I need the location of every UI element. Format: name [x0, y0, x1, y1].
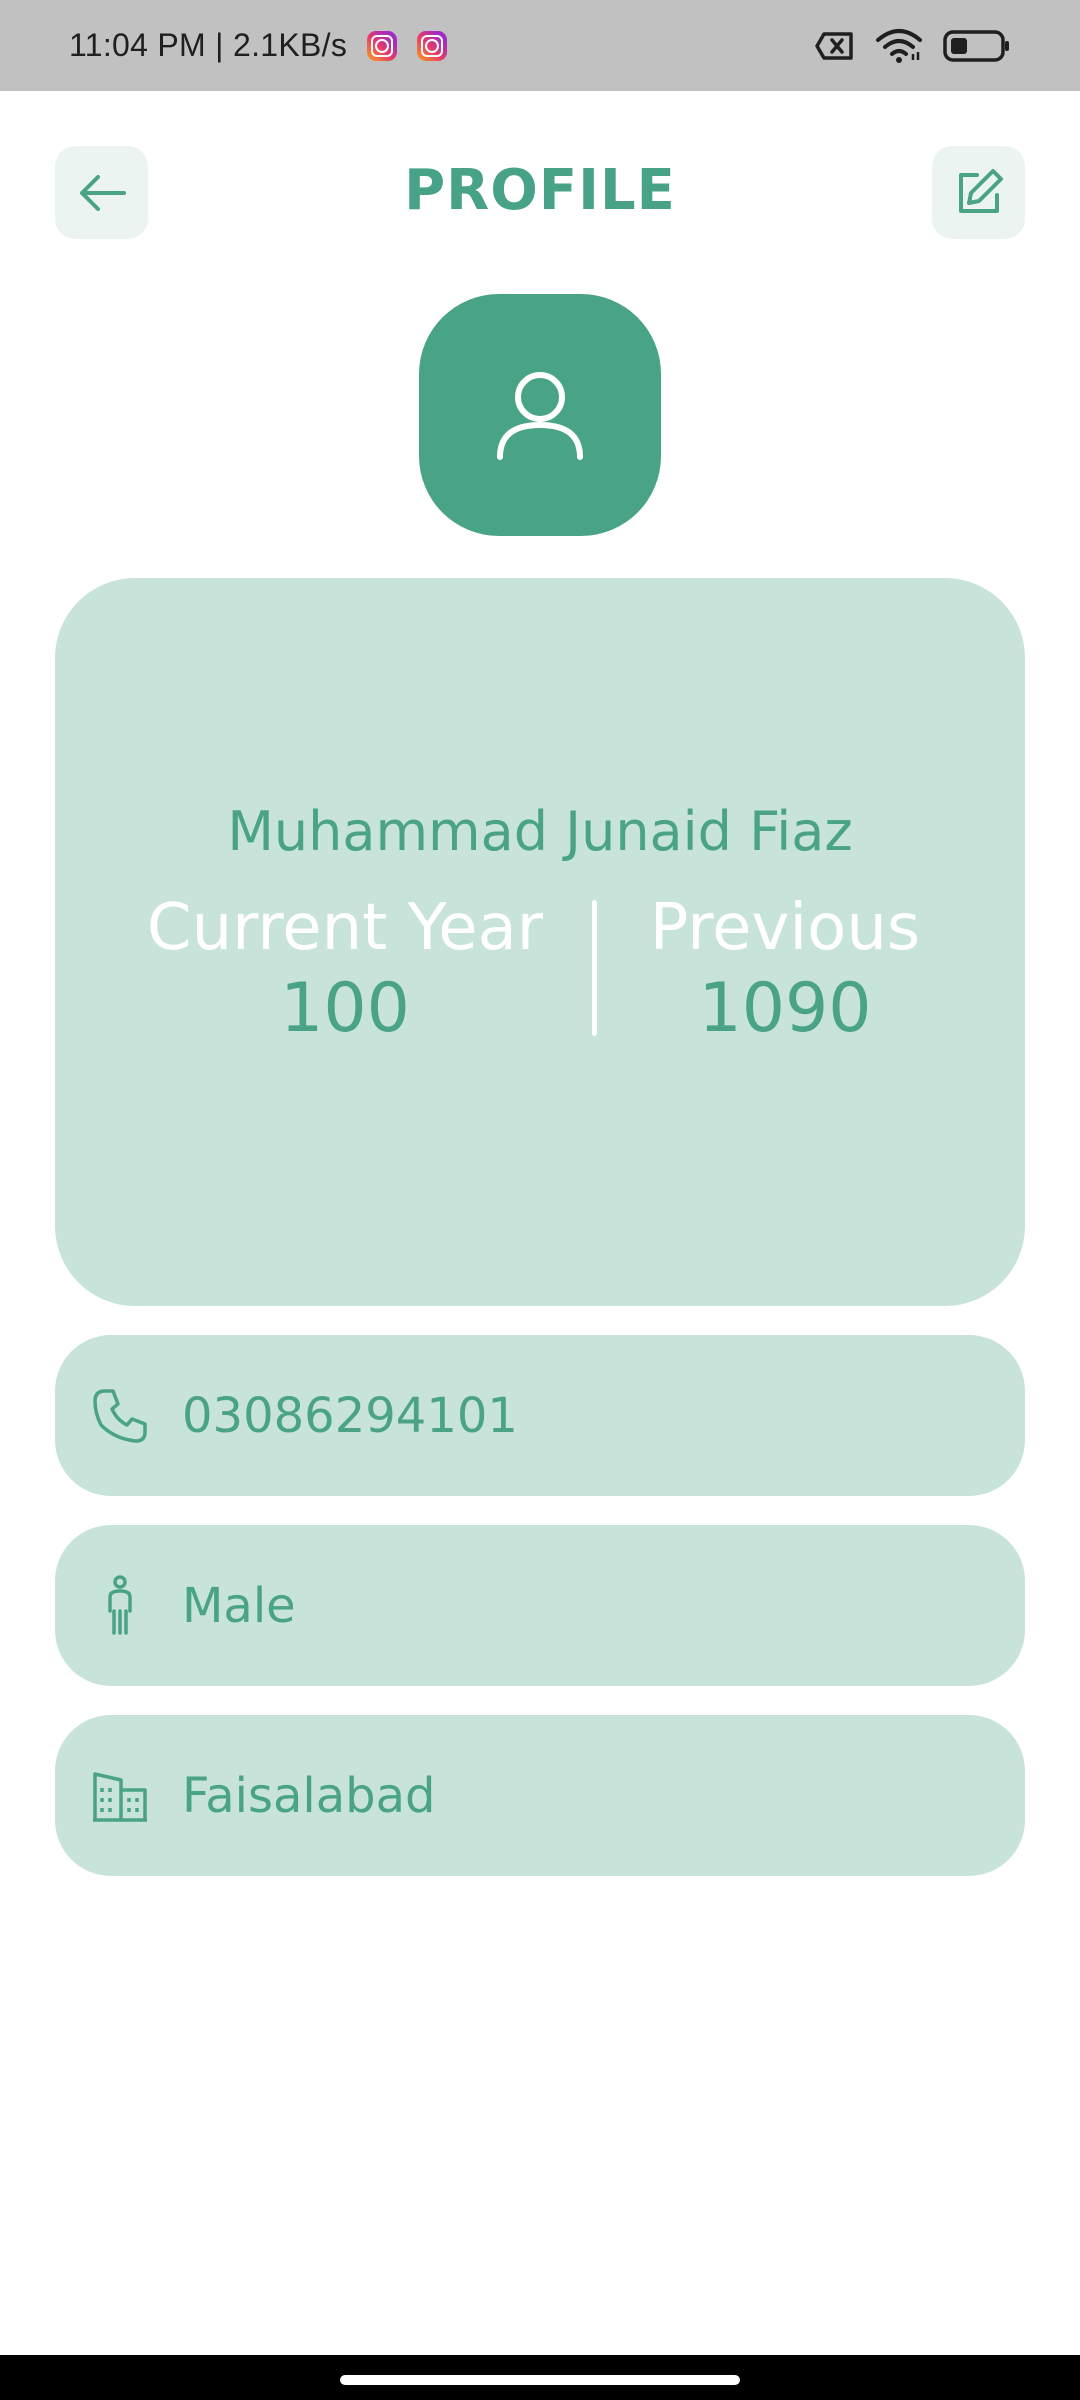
- previous-value: 1090: [698, 969, 872, 1048]
- phone-icon: [90, 1386, 150, 1446]
- stat-divider: [592, 900, 597, 1036]
- home-indicator[interactable]: [340, 2375, 740, 2385]
- gender-row[interactable]: Male: [55, 1525, 1025, 1686]
- user-icon: [497, 372, 583, 460]
- previous-label: Previous: [649, 891, 921, 965]
- city-value: Faisalabad: [182, 1767, 436, 1824]
- city-row[interactable]: Faisalabad: [55, 1715, 1025, 1876]
- current-year-value: 100: [280, 969, 410, 1048]
- instagram-icon: [367, 30, 398, 61]
- gender-value: Male: [182, 1577, 296, 1634]
- battery-icon: [943, 29, 1009, 62]
- avatar[interactable]: [419, 294, 661, 536]
- page-title: PROFILE: [404, 158, 676, 223]
- current-year-label: Current Year: [146, 891, 544, 965]
- stats-card: Muhammad Junaid Fiaz Current Year 100 Pr…: [55, 578, 1025, 1306]
- edit-profile-button[interactable]: [932, 146, 1025, 239]
- status-right: [813, 28, 1011, 64]
- instagram-icon: [417, 30, 448, 61]
- status-bar: 11:04 PM | 2.1KB/s: [0, 0, 1080, 91]
- navigation-bar: [0, 2355, 1080, 2400]
- status-left: 11:04 PM | 2.1KB/s: [69, 27, 448, 64]
- person-icon: [90, 1574, 150, 1636]
- edit-icon: [958, 168, 1003, 213]
- phone-row[interactable]: 03086294101: [55, 1335, 1025, 1496]
- phone-number: 03086294101: [182, 1387, 518, 1444]
- previous-stat: Previous 1090: [615, 888, 955, 1050]
- status-time-speed: 11:04 PM | 2.1KB/s: [69, 27, 348, 63]
- user-name: Muhammad Junaid Fiaz: [227, 800, 853, 863]
- sim-disabled-icon: [815, 31, 853, 60]
- building-icon: [90, 1766, 150, 1826]
- wifi-icon: [876, 28, 922, 63]
- current-year-stat: Current Year 100: [145, 888, 545, 1050]
